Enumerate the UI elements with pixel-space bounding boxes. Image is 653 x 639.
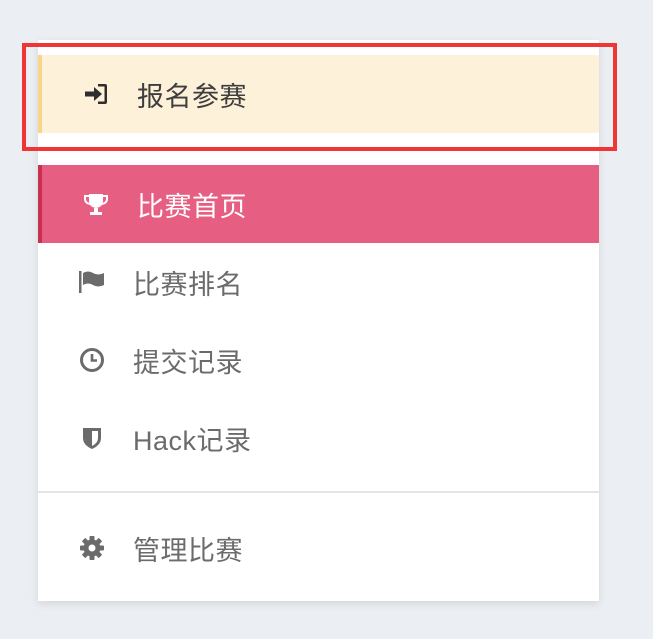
sign-in-icon (82, 80, 110, 108)
submissions-item[interactable]: 提交记录 (38, 321, 599, 399)
flag-icon (78, 268, 106, 296)
menu-divider (38, 491, 599, 493)
trophy-icon (82, 190, 110, 218)
gear-icon (78, 534, 106, 562)
contest-home-item[interactable]: 比赛首页 (38, 165, 599, 243)
manage-contest-item[interactable]: 管理比赛 (38, 509, 599, 587)
contest-menu: 报名参赛 比赛首页 比赛排名 提交记录 Hack记录 管理比赛 (38, 40, 599, 601)
contest-ranking-label: 比赛排名 (133, 269, 243, 300)
contest-ranking-item[interactable]: 比赛排名 (38, 243, 599, 321)
hack-records-item[interactable]: Hack记录 (38, 399, 599, 477)
manage-contest-label: 管理比赛 (133, 535, 243, 566)
contest-home-label: 比赛首页 (137, 191, 247, 222)
shield-icon (78, 424, 106, 452)
submissions-label: 提交记录 (133, 347, 243, 378)
hack-records-label: Hack记录 (133, 425, 252, 456)
clock-icon (78, 346, 106, 374)
join-contest-label: 报名参赛 (137, 81, 247, 112)
join-contest-item[interactable]: 报名参赛 (38, 55, 599, 133)
